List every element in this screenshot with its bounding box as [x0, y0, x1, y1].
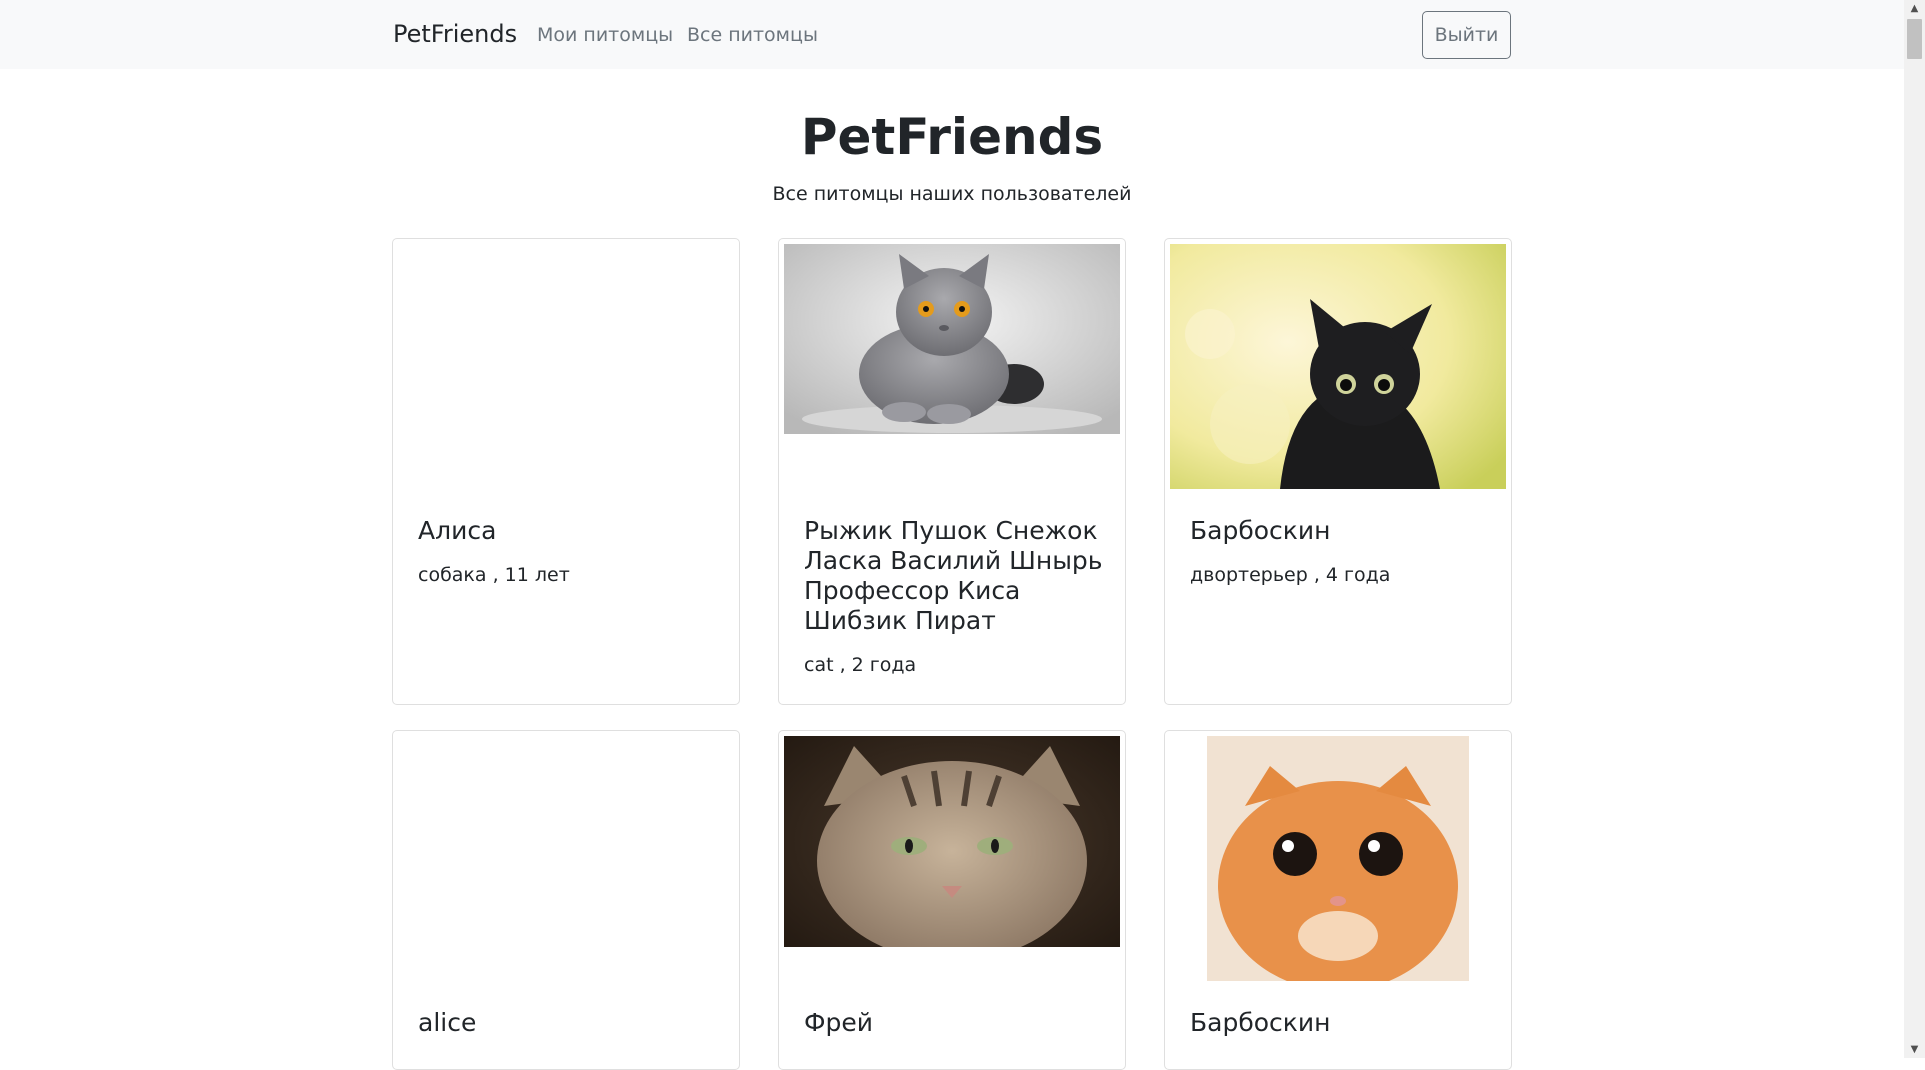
pet-details: собака , 11 лет — [418, 564, 570, 586]
pet-photo-black-kitten — [1170, 244, 1506, 489]
pet-name: Рыжик Пушок Снежок Ласка Василий Шнырь П… — [804, 516, 1103, 635]
pet-details: двортерьер , 4 года — [1190, 564, 1391, 586]
nav-my-pets[interactable]: Мои питомцы — [537, 24, 673, 46]
pet-photo-ginger-cat — [1170, 736, 1506, 981]
scrollbar-thumb[interactable] — [1907, 19, 1922, 59]
pet-card: Рыжик Пушок Снежок Ласка Василий Шнырь П… — [778, 238, 1126, 705]
pet-card: Барбоскин двортерьер , 4 года — [1164, 238, 1512, 705]
navbar: PetFriends Мои питомцы Все питомцы Выйти — [0, 0, 1904, 69]
brand-link[interactable]: PetFriends — [393, 20, 517, 48]
pet-card: Алиса собака , 11 лет — [392, 238, 740, 705]
pet-name: Барбоскин — [1190, 516, 1331, 545]
nav-all-pets[interactable]: Все питомцы — [687, 24, 818, 46]
pet-details: cat , 2 года — [804, 654, 917, 676]
page-subtitle: Все питомцы наших пользователей — [772, 183, 1132, 205]
pet-card: Барбоскин — [1164, 730, 1512, 1070]
pet-name: Алиса — [418, 516, 497, 545]
vertical-scrollbar[interactable]: ▲ ▼ — [1904, 0, 1925, 1058]
logout-button[interactable]: Выйти — [1422, 11, 1511, 59]
scroll-down-arrow-icon[interactable]: ▼ — [1904, 1041, 1925, 1058]
pet-name: alice — [418, 1008, 477, 1037]
page-title: PetFriends — [800, 108, 1104, 166]
pet-name: Барбоскин — [1190, 1008, 1331, 1037]
pet-card: alice — [392, 730, 740, 1070]
pet-photo-tabby-cat — [784, 736, 1120, 947]
pet-photo-grey-cat — [784, 244, 1120, 434]
pet-name: Фрей — [804, 1008, 874, 1037]
pet-card: Фрей — [778, 730, 1126, 1070]
scroll-up-arrow-icon[interactable]: ▲ — [1904, 0, 1925, 17]
